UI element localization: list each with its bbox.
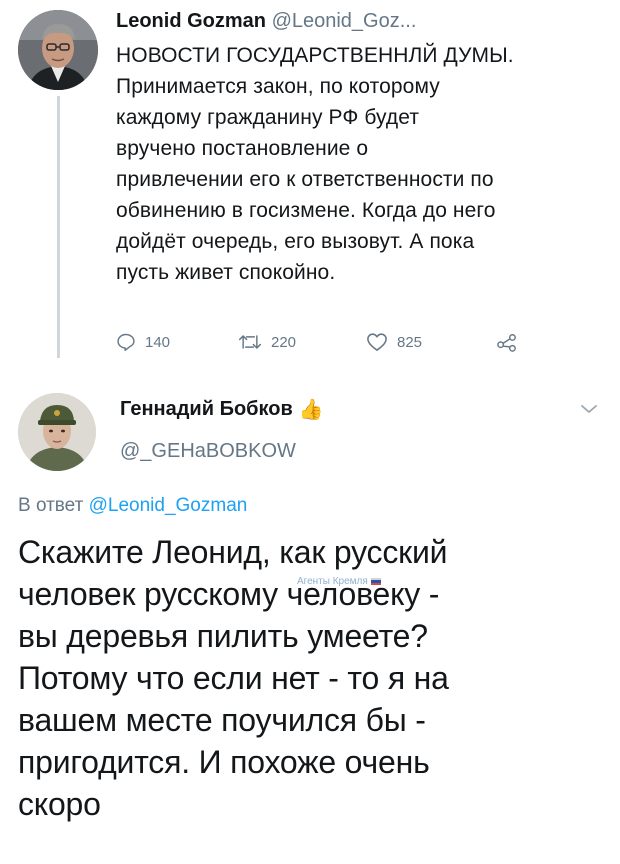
tweet-1-header: Leonid Gozman @Leonid_Goz...	[116, 8, 606, 34]
share-button[interactable]	[496, 328, 518, 356]
russian-flag-icon	[370, 578, 381, 585]
thread-line	[57, 96, 60, 358]
retweet-count: 220	[271, 333, 297, 351]
tweet-2-line: пригодится. И похоже очень	[18, 744, 430, 780]
like-count: 825	[397, 333, 423, 351]
flag-stripe	[370, 582, 381, 585]
reply-to-link[interactable]: @Leonid_Gozman	[89, 495, 248, 516]
tweet-2-line: скоро	[18, 786, 101, 822]
gennadiy-bobkov-avatar[interactable]	[18, 393, 96, 471]
reply-button[interactable]: 140	[116, 328, 170, 356]
heart-icon	[367, 333, 387, 351]
tweet-1-line: вручено постановление о	[116, 137, 369, 160]
tweet-1-actions: 140 220 825	[116, 328, 536, 356]
watermark-text: Агенты Кремля	[297, 576, 368, 587]
chevron-down-icon	[581, 405, 597, 413]
avatar-photo	[18, 393, 96, 471]
tweet-1-line: дойдёт очередь, его вызовут. А пока	[116, 230, 475, 253]
tweet-1-text: НОВОСТИ ГОСУДАРСТВЕННЛЙ ДУМЫ. Принимаетс…	[116, 40, 606, 288]
tweet-1-line: Принимается закон, по которому	[116, 75, 440, 98]
share-icon	[497, 334, 516, 352]
reply-context: В ответ @Leonid_Gozman	[18, 495, 247, 517]
watermark: Агенты Кремля	[297, 576, 381, 587]
tweet-1-line: привлечении его к ответственности по	[116, 168, 494, 191]
tweet-2-line: Потому что если нет - то я на	[18, 660, 449, 696]
tweet-1-line: НОВОСТИ ГОСУДАРСТВЕННЛЙ ДУМЫ.	[116, 44, 514, 67]
author-name[interactable]: Геннадий Бобков	[120, 398, 293, 421]
tweet-menu-button[interactable]	[580, 402, 598, 420]
tweet-2-line: вы деревья пилить умеете?	[18, 618, 428, 654]
author-handle[interactable]: @Leonid_Goz...	[272, 10, 417, 32]
author-name[interactable]: Leonid Gozman	[116, 10, 266, 32]
like-button[interactable]: 825	[366, 328, 422, 356]
tweet-2-line: Скажите Леонид, как русский	[18, 534, 448, 570]
reply-prefix: В ответ	[18, 495, 84, 516]
reply-count: 140	[145, 333, 171, 351]
tweet-1-line: пусть живет спокойно.	[116, 261, 336, 284]
tweet-1: Leonid Gozman @Leonid_Goz... НОВОСТИ ГОС…	[116, 8, 606, 288]
leonid-gozman-avatar[interactable]	[18, 10, 98, 90]
retweet-button[interactable]: 220	[238, 328, 296, 356]
thumbs-up-icon: 👍	[298, 399, 324, 421]
author-name-row: Геннадий Бобков 👍	[120, 397, 324, 422]
tweet-1-line: обвинению в госизмене. Когда до него	[116, 199, 496, 222]
tweet-2-line: вашем месте поучился бы -	[18, 702, 426, 738]
author-handle[interactable]: @_GEHaBOBKOW	[120, 440, 296, 463]
retweet-icon	[238, 335, 262, 349]
reply-icon	[117, 333, 135, 352]
tweet-1-line: каждому гражданину РФ будет	[116, 106, 420, 129]
avatar-photo	[18, 10, 98, 90]
